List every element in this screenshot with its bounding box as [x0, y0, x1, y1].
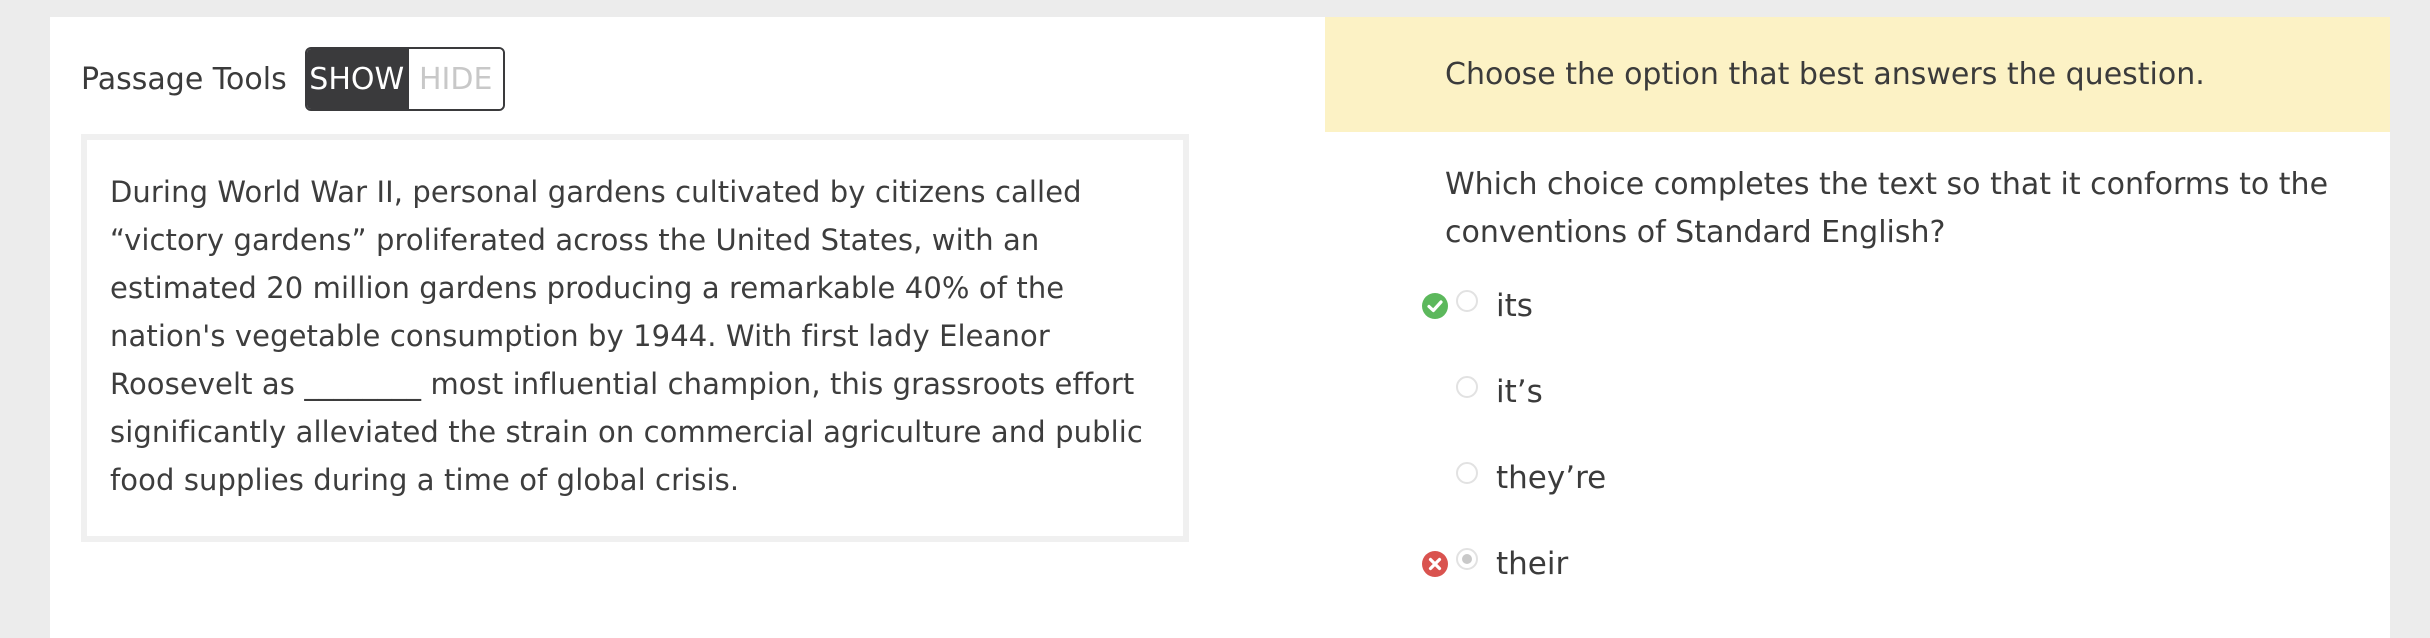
- radio-their[interactable]: [1456, 548, 1478, 570]
- hide-button[interactable]: HIDE: [406, 49, 503, 109]
- instruction-text: Choose the option that best answers the …: [1445, 57, 2205, 92]
- passage-text: During World War II, personal gardens cu…: [110, 175, 1143, 497]
- radio-its[interactable]: [1456, 290, 1478, 312]
- radio-its-apostrophe[interactable]: [1456, 376, 1478, 398]
- status-empty: [1420, 463, 1450, 493]
- correct-status: [1420, 291, 1450, 321]
- choice-label: they’re: [1496, 460, 1607, 496]
- passage-tools: Passage Tools SHOW HIDE: [81, 46, 505, 112]
- passage-tools-label: Passage Tools: [81, 61, 287, 97]
- radio-selected-dot: [1462, 554, 1472, 564]
- check-circle-icon: [1422, 293, 1448, 319]
- choice-label: its: [1496, 288, 1533, 324]
- incorrect-status: [1420, 549, 1450, 579]
- instruction-bar: Choose the option that best answers the …: [1325, 17, 2390, 132]
- question-text: Which choice completes the text so that …: [1445, 167, 2329, 250]
- passage-tools-toggle: SHOW HIDE: [304, 47, 505, 111]
- x-circle-icon: [1422, 551, 1448, 577]
- show-button[interactable]: SHOW: [306, 49, 407, 109]
- answer-choice-its-apostrophe[interactable]: it’s: [1420, 372, 1543, 412]
- answer-choice-their[interactable]: their: [1420, 544, 1568, 584]
- answer-choice-theyre[interactable]: they’re: [1420, 458, 1606, 498]
- answer-choice-its[interactable]: its: [1420, 286, 1533, 326]
- status-empty: [1420, 377, 1450, 407]
- choice-label: it’s: [1496, 374, 1543, 410]
- choice-label: their: [1496, 546, 1569, 582]
- radio-theyre[interactable]: [1456, 462, 1478, 484]
